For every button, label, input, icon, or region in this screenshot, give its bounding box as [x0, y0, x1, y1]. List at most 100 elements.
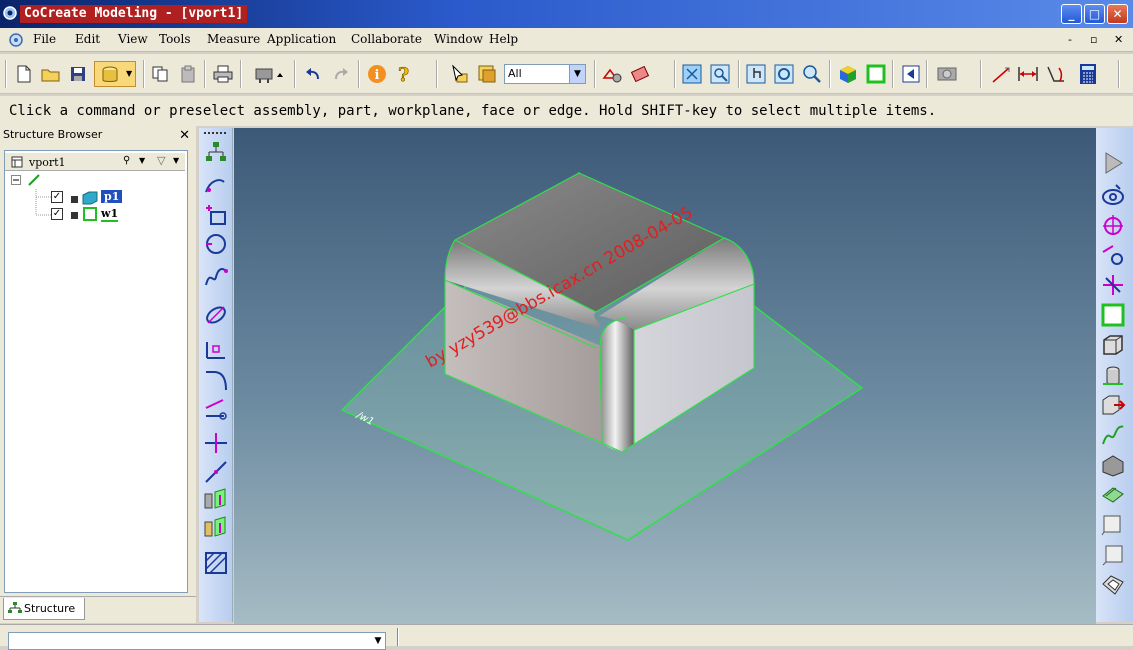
viewport-icon — [11, 156, 23, 168]
menu-edit[interactable]: Edit — [75, 32, 100, 46]
tree-item-w1[interactable]: w1 — [101, 207, 119, 222]
hole-icon[interactable] — [1100, 212, 1126, 238]
workplane-green-icon[interactable] — [1100, 302, 1126, 328]
paste-icon[interactable] — [177, 63, 199, 85]
spline-icon[interactable] — [203, 265, 229, 291]
structure-tree-icon — [8, 602, 22, 613]
right-tool-palette — [1096, 128, 1133, 622]
corner-icon[interactable] — [203, 336, 229, 362]
selection-filter-select[interactable]: All ▼ — [504, 64, 586, 84]
collapse-icon[interactable] — [11, 175, 21, 185]
document-gear-icon[interactable] — [8, 32, 24, 48]
box-front-fillet[interactable] — [600, 318, 634, 452]
redo-icon[interactable] — [330, 63, 352, 85]
open-folder-icon[interactable] — [40, 63, 62, 85]
curve-green-icon[interactable] — [1100, 422, 1126, 448]
viewport-name: vport1 — [29, 156, 66, 169]
command-input[interactable]: ▼ — [8, 632, 386, 650]
shell-icon[interactable] — [1100, 572, 1126, 598]
close-button[interactable]: ✕ — [1107, 4, 1128, 24]
help-question-icon[interactable]: ? — [394, 63, 416, 85]
menu-application[interactable]: Application — [267, 32, 336, 46]
structure-tree: vport1 ⚲ ▼ ▽ ▼ ✓ p1 ✓ w1 — [4, 150, 188, 593]
trim-icon[interactable] — [203, 396, 229, 422]
cylinder-part-icon[interactable] — [1100, 362, 1126, 388]
menu-collaborate[interactable]: Collaborate — [351, 32, 422, 46]
mdi-close-button[interactable]: ✕ — [1114, 33, 1123, 46]
info-icon[interactable]: i — [366, 63, 388, 85]
title-bar: CoCreate Modeling - [vport1] _ □ ✕ — [0, 0, 1133, 28]
rectangle-icon[interactable] — [203, 202, 229, 228]
chevron-down-icon[interactable]: ▼ — [569, 65, 585, 83]
menu-measure[interactable]: Measure — [207, 32, 260, 46]
toolbar-separator — [358, 60, 360, 88]
select-filter-icon[interactable] — [476, 63, 498, 85]
chevron-down-icon[interactable]: ▼ — [173, 156, 179, 165]
sheet-icon[interactable] — [1100, 482, 1126, 508]
w1-checkbox[interactable]: ✓ — [51, 208, 63, 220]
load-model-button[interactable]: ▼ — [94, 61, 136, 87]
mdi-restore-button[interactable]: ▫ — [1090, 33, 1097, 46]
structure-browser-title: Structure Browser — [3, 128, 103, 141]
print-icon[interactable] — [212, 63, 234, 85]
select-pointer-icon[interactable] — [449, 63, 471, 85]
menu-window[interactable]: Window — [434, 32, 483, 46]
menu-tools[interactable]: Tools — [159, 32, 191, 46]
settings-tools-icon[interactable] — [252, 63, 288, 85]
select-edge-icon[interactable] — [1100, 542, 1126, 568]
split-lines-icon[interactable] — [1100, 272, 1126, 298]
minimize-button[interactable]: _ — [1061, 4, 1082, 24]
line-icon[interactable] — [203, 459, 229, 485]
part-icon — [71, 191, 98, 205]
fillet-icon[interactable] — [203, 368, 229, 394]
toolbar-separator — [143, 60, 145, 88]
3d-viewport[interactable]: /w1 by yzy539@bbs.icax.cn 2008-04-05 — [234, 128, 1096, 624]
dropdown-arrow-icon: ▼ — [126, 69, 133, 78]
sketch-arc-icon[interactable] — [203, 172, 229, 198]
split-icon[interactable] — [203, 430, 229, 456]
undo-icon[interactable] — [302, 63, 324, 85]
app-gear-icon — [3, 6, 17, 20]
chevron-down-icon[interactable]: ▼ — [139, 156, 145, 165]
binoculars-icon[interactable]: ⚲ — [123, 155, 130, 166]
toolbar-separator — [436, 60, 438, 88]
maximize-button[interactable]: □ — [1084, 4, 1105, 24]
model-view-canvas[interactable]: /w1 by yzy539@bbs.icax.cn 2008-04-05 — [234, 128, 1096, 624]
new-file-icon[interactable] — [13, 63, 35, 85]
toolbar-grip[interactable] — [5, 60, 7, 88]
chevron-down-icon[interactable]: ▼ — [371, 633, 385, 649]
mdi-minimize-button[interactable]: - — [1068, 33, 1072, 46]
viewport-selector[interactable]: vport1 ⚲ ▼ ▽ ▼ — [5, 153, 185, 171]
part-box-icon[interactable] — [1100, 332, 1126, 358]
tree-item-p1[interactable]: p1 — [101, 190, 123, 203]
chamfer-icon[interactable] — [1100, 452, 1126, 478]
menu-help[interactable]: Help — [489, 32, 518, 46]
hatch-icon[interactable] — [203, 550, 229, 576]
sweep-icon[interactable] — [1100, 242, 1126, 268]
extrude-icon[interactable] — [203, 486, 229, 512]
ellipse-icon[interactable] — [203, 302, 229, 328]
mill-icon[interactable] — [203, 514, 229, 540]
selection-filter-value: All — [508, 67, 522, 80]
pull-face-icon[interactable] — [1100, 392, 1126, 418]
close-icon[interactable]: ✕ — [179, 128, 190, 143]
status-divider — [397, 628, 399, 646]
root-line-icon — [28, 174, 40, 186]
left-tool-palette — [199, 128, 233, 622]
save-icon[interactable] — [67, 63, 89, 85]
select-face-icon[interactable] — [1100, 512, 1126, 538]
palette-grip[interactable] — [204, 132, 226, 134]
revolve-icon[interactable] — [1100, 182, 1126, 208]
play-icon[interactable] — [1100, 150, 1126, 176]
copy-icon[interactable] — [149, 63, 171, 85]
cylinder-icon — [102, 66, 118, 82]
filter-icon[interactable]: ▽ — [157, 154, 165, 167]
p1-checkbox[interactable]: ✓ — [51, 191, 63, 203]
structure-icon[interactable] — [203, 140, 229, 166]
tab-structure[interactable]: Structure — [3, 598, 85, 620]
menu-view[interactable]: View — [118, 32, 148, 46]
svg-text:?: ? — [398, 64, 409, 84]
structure-browser-header: Structure Browser ✕ — [0, 128, 196, 144]
circle-icon[interactable] — [203, 231, 229, 257]
menu-file[interactable]: File — [33, 32, 56, 46]
